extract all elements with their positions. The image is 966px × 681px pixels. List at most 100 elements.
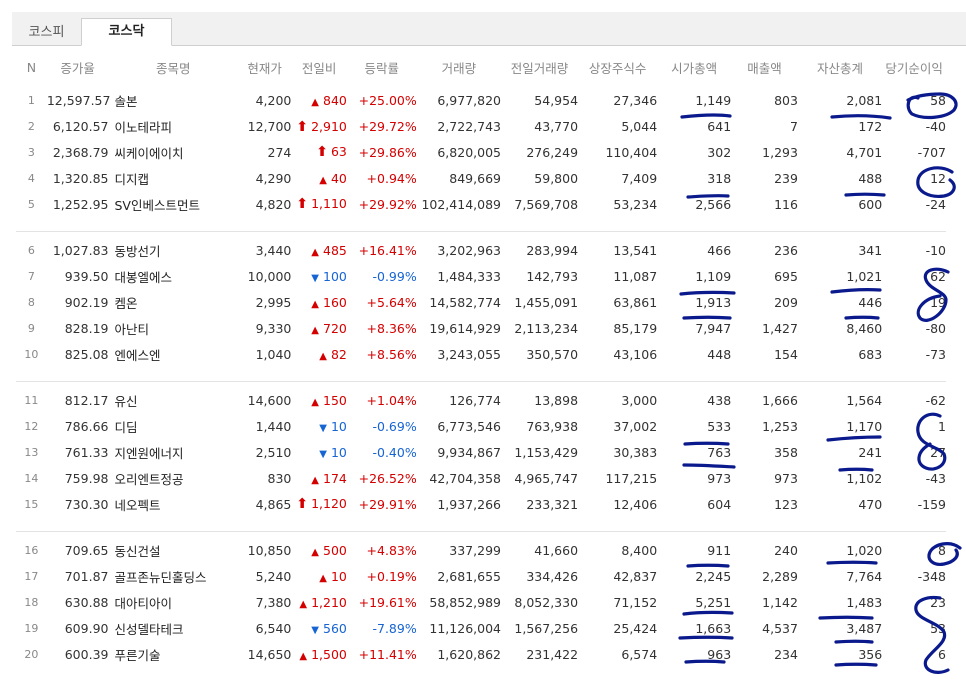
- tab-kospi[interactable]: 코스피: [12, 22, 81, 45]
- stock-name[interactable]: 푸른기술: [108, 641, 237, 667]
- col-price[interactable]: 현재가: [238, 52, 291, 82]
- listed-shares: 30,383: [613, 444, 658, 460]
- table-row[interactable]: 9 828.19 아난티 9,330 ▲ 720 +8.36% 19,614,929 2,113…: [16, 315, 946, 341]
- change-cell: ▲ 485: [291, 238, 347, 264]
- col-n[interactable]: N: [16, 52, 47, 82]
- stock-name[interactable]: SV인베스트먼트: [108, 191, 237, 217]
- current-price: 830: [267, 470, 292, 486]
- up-arrow-icon: ▲: [319, 350, 327, 362]
- prev-volume: 43,770: [534, 119, 579, 135]
- prev-volume: 1,567,256: [514, 620, 579, 636]
- table-row[interactable]: 3 2,368.79 씨케이에이치 274 ⬆ 63 +29.86% 6,820,005 276…: [16, 140, 946, 166]
- stock-name[interactable]: 대아티아이: [108, 590, 237, 616]
- current-price: 7,380: [255, 594, 292, 610]
- change-cell: ▲ 40: [291, 165, 347, 191]
- stock-name[interactable]: 이노테라피: [108, 114, 237, 140]
- table-row[interactable]: 16 709.65 동신건설 10,850 ▲ 500 +4.83% 337,299 41,66…: [16, 538, 946, 564]
- change-cell: ▼ 100: [291, 264, 347, 290]
- table-row[interactable]: 14 759.98 오리엔트정공 830 ▲ 174 +26.52% 42,704,358 4,…: [16, 465, 946, 491]
- table-row[interactable]: 10 825.08 엔에스엔 1,040 ▲ 82 +8.56% 3,243,055 350,5…: [16, 341, 946, 367]
- col-prev-volume[interactable]: 전일거래량: [501, 52, 578, 82]
- market-cap: 2,245: [695, 569, 732, 585]
- sales: 973: [774, 470, 798, 486]
- table-row[interactable]: 15 730.30 네오펙트 4,865 ⬆ 1,120 +29.91% 1,937,266 2…: [16, 491, 946, 517]
- table-row[interactable]: 11 812.17 유신 14,600 ▲ 150 +1.04% 126,774 13,898 3…: [16, 388, 946, 414]
- sales: 123: [774, 496, 798, 512]
- stock-name[interactable]: 켐온: [108, 290, 237, 316]
- volume: 3,202,963: [437, 243, 501, 259]
- current-price: 10,850: [247, 543, 292, 559]
- stock-name[interactable]: 솔본: [108, 88, 237, 114]
- listed-shares: 8,400: [621, 543, 658, 559]
- table-row[interactable]: 17 701.87 골프존뉴딘홀딩스 5,240 ▲ 10 +0.19% 2,681,655 3…: [16, 564, 946, 590]
- change-pct: -0.40%: [372, 444, 417, 460]
- increase-rate: 825.08: [64, 346, 109, 362]
- table-row[interactable]: 5 1,252.95 SV인베스트먼트 4,820 ⬆ 1,110 +29.92% 102,4…: [16, 191, 946, 217]
- total-assets: 172: [858, 119, 883, 135]
- increase-rate: 709.65: [64, 543, 109, 559]
- listed-shares: 27,346: [613, 93, 658, 109]
- stock-name[interactable]: 씨케이에이치: [108, 140, 237, 166]
- table-row[interactable]: 2 6,120.57 이노테라피 12,700 ⬆ 2,910 +29.72% 2,722,7…: [16, 114, 946, 140]
- stock-name[interactable]: 동신건설: [108, 538, 237, 564]
- row-number: 3: [27, 145, 35, 159]
- stock-name[interactable]: 오리엔트정공: [108, 465, 237, 491]
- table-row[interactable]: 12 786.66 디딤 1,440 ▼ 10 -0.69% 6,773,546 763,938…: [16, 414, 946, 440]
- col-sales[interactable]: 매출액: [731, 52, 798, 82]
- total-assets: 1,483: [846, 594, 883, 610]
- col-name[interactable]: 종목명: [108, 52, 237, 82]
- volume: 2,722,743: [437, 119, 501, 135]
- current-price: 1,440: [255, 419, 292, 435]
- table-row[interactable]: 13 761.33 지엔원에너지 2,510 ▼ 10 -0.40% 9,934,867 1,1…: [16, 440, 946, 466]
- change-cell: ▲ 720: [291, 315, 347, 341]
- stock-name[interactable]: 아난티: [108, 315, 237, 341]
- table-row[interactable]: 8 902.19 켐온 2,995 ▲ 160 +5.64% 14,582,774 1,455,…: [16, 290, 946, 316]
- col-pct[interactable]: 등락률: [347, 52, 417, 82]
- col-shares[interactable]: 상장주식수: [578, 52, 657, 82]
- stock-name[interactable]: 디지캡: [108, 165, 237, 191]
- table-row[interactable]: 4 1,320.85 디지캡 4,290 ▲ 40 +0.94% 849,669 59,800 7…: [16, 165, 946, 191]
- stock-name[interactable]: 신성델타테크: [108, 615, 237, 641]
- table-row[interactable]: 1 12,597.57 솔본 4,200 ▲ 840 +25.00% 6,977,820 54,…: [16, 88, 946, 114]
- stock-name[interactable]: 네오펙트: [108, 491, 237, 517]
- row-number: 5: [27, 197, 35, 211]
- stock-name[interactable]: 동방선기: [108, 238, 237, 264]
- current-price: 10,000: [247, 269, 292, 285]
- stock-name[interactable]: 골프존뉴딘홀딩스: [108, 564, 237, 590]
- stock-name[interactable]: 지엔원에너지: [108, 440, 237, 466]
- col-mcap[interactable]: 시가총액: [657, 52, 731, 82]
- increase-rate: 902.19: [64, 294, 109, 310]
- stock-name[interactable]: 대봉엘에스: [108, 264, 237, 290]
- change-pct: +1.04%: [366, 393, 417, 409]
- col-net-income[interactable]: 당기순이익: [882, 52, 946, 82]
- prev-volume: 334,426: [526, 569, 579, 585]
- col-assets[interactable]: 자산총계: [798, 52, 882, 82]
- current-price: 12,700: [247, 119, 292, 135]
- listed-shares: 3,000: [621, 393, 658, 409]
- volume: 3,243,055: [437, 346, 501, 362]
- change-pct: +26.52%: [358, 470, 417, 486]
- table-row[interactable]: 18 630.88 대아티아이 7,380 ▲ 1,210 +19.61% 58,852,98…: [16, 590, 946, 616]
- net-income: 23: [930, 594, 946, 610]
- up-arrow-icon: ▲: [311, 298, 319, 310]
- volume: 19,614,929: [429, 320, 501, 336]
- increase-rate: 939.50: [64, 269, 109, 285]
- change-cell: ▲ 160: [291, 290, 347, 316]
- stock-name[interactable]: 엔에스엔: [108, 341, 237, 367]
- market-cap: 963: [707, 646, 732, 662]
- table-row[interactable]: 7 939.50 대봉엘에스 10,000 ▼ 100 -0.99% 1,484,333 142…: [16, 264, 946, 290]
- col-increase-rate[interactable]: 증가율: [47, 52, 109, 82]
- change-pct: +29.91%: [358, 496, 417, 512]
- table-row[interactable]: 19 609.90 신성델타테크 6,540 ▼ 560 -7.89% 11,126,004 1…: [16, 615, 946, 641]
- change-cell: ▼ 10: [291, 414, 347, 440]
- net-income: -348: [917, 569, 946, 585]
- col-change[interactable]: 전일비: [291, 52, 346, 82]
- tab-kosdaq[interactable]: 코스닥: [81, 18, 172, 46]
- table-row[interactable]: 20 600.39 푸른기술 14,650 ▲ 1,500 +11.41% 1,620,862…: [16, 641, 946, 667]
- col-volume[interactable]: 거래량: [417, 52, 501, 82]
- stock-name[interactable]: 디딤: [108, 414, 237, 440]
- table-row[interactable]: 6 1,027.83 동방선기 3,440 ▲ 485 +16.41% 3,202,963 28…: [16, 238, 946, 264]
- stock-name[interactable]: 유신: [108, 388, 237, 414]
- up-arrow-icon: ⬆: [296, 118, 309, 135]
- prev-volume: 1,455,091: [514, 294, 579, 310]
